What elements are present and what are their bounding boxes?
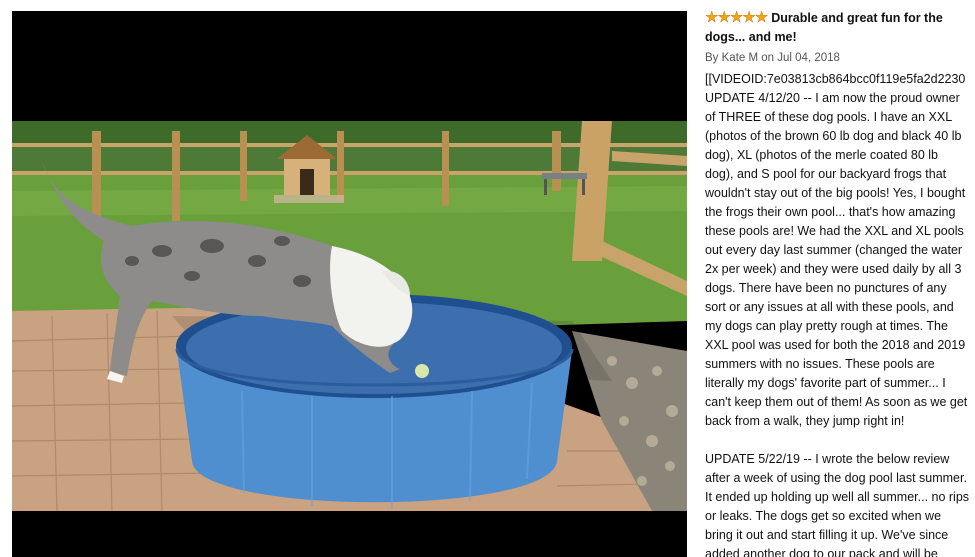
review-text-line: dogs. There have been no punctures of an…: [705, 281, 947, 295]
author-name: Kate M: [721, 52, 759, 64]
review-text-line: literally my dogs' favorite part of summ…: [705, 376, 946, 390]
review-text-line: (photos of the brown 60 lb dog and black…: [705, 129, 962, 143]
review-text-line: UPDATE 5/22/19 -- I wrote the below revi…: [705, 452, 950, 466]
review-text-line: XXL pool was used for both the 2018 and …: [705, 338, 966, 352]
review-body: [[VIDEOID:7e03813cb864bcc0f119e5fa2d2230…: [705, 70, 975, 557]
review-text-line: UPDATE 4/12/20 -- I am now the proud own…: [705, 91, 960, 105]
review-text-line: added another dog to our pack and will b…: [705, 547, 938, 557]
star-icon: ★: [729, 9, 744, 26]
review-text-line: dog), XL (photos of the merle coated 80 …: [705, 148, 939, 162]
review-text-line: [[VIDEOID:7e03813cb864bcc0f119e5fa2d2230: [705, 72, 966, 86]
review-date: Jul 04, 2018: [777, 52, 840, 64]
review-panel: ★★★★★ Durable and great fun for the dogs.…: [705, 8, 975, 557]
review-header: ★★★★★ Durable and great fun for the dogs.…: [705, 8, 975, 47]
review-text-line: these pools are! We had the XXL and XL p…: [705, 224, 964, 238]
star-icon: ★: [742, 9, 756, 26]
review-text-line: dog), and S pool for our backyard frogs …: [705, 167, 947, 181]
star-icon: ★: [717, 9, 731, 26]
review-text-line: 2x per week) and they were used daily by…: [705, 262, 962, 276]
review-paragraph: [[VIDEOID:7e03813cb864bcc0f119e5fa2d2230…: [705, 70, 975, 431]
review-text-line: the frogs their own pool... that's how a…: [705, 205, 956, 219]
review-text-line: out every day last summer (changed the w…: [705, 243, 963, 257]
media-viewer[interactable]: [12, 11, 687, 557]
review-text-line: sort or any issues at all with these poo…: [705, 300, 954, 314]
review-text-line: after a week of using the dog pool last …: [705, 471, 967, 485]
review-text-line: It ended up holding up well all summer..…: [705, 490, 970, 504]
review-text-line: can't keep them out of them! As soon as …: [705, 395, 968, 409]
review-byline: By Kate M on Jul 04, 2018: [705, 52, 840, 64]
review-text-line: of THREE of these dog pools. I have an X…: [705, 110, 953, 124]
review-text-line: wouldn't stay out of the big pools! Yes,…: [705, 186, 966, 200]
review-text-line: my dogs can play pretty rough at times. …: [705, 319, 948, 333]
review-text-line: bring it out and start filling it up. We…: [705, 528, 949, 542]
review-photo: [12, 121, 687, 511]
review-text-line: back from a walk, they jump right in!: [705, 414, 905, 428]
star-rating: ★★★★★: [705, 8, 769, 28]
star-icon: ★: [754, 9, 769, 26]
review-text-line: summers with no issues. These pools are: [705, 357, 935, 371]
review-text-line: or leaks. The dogs get so excited when w…: [705, 509, 942, 523]
review-paragraph: UPDATE 5/22/19 -- I wrote the below revi…: [705, 450, 975, 557]
star-icon: ★: [705, 9, 719, 26]
